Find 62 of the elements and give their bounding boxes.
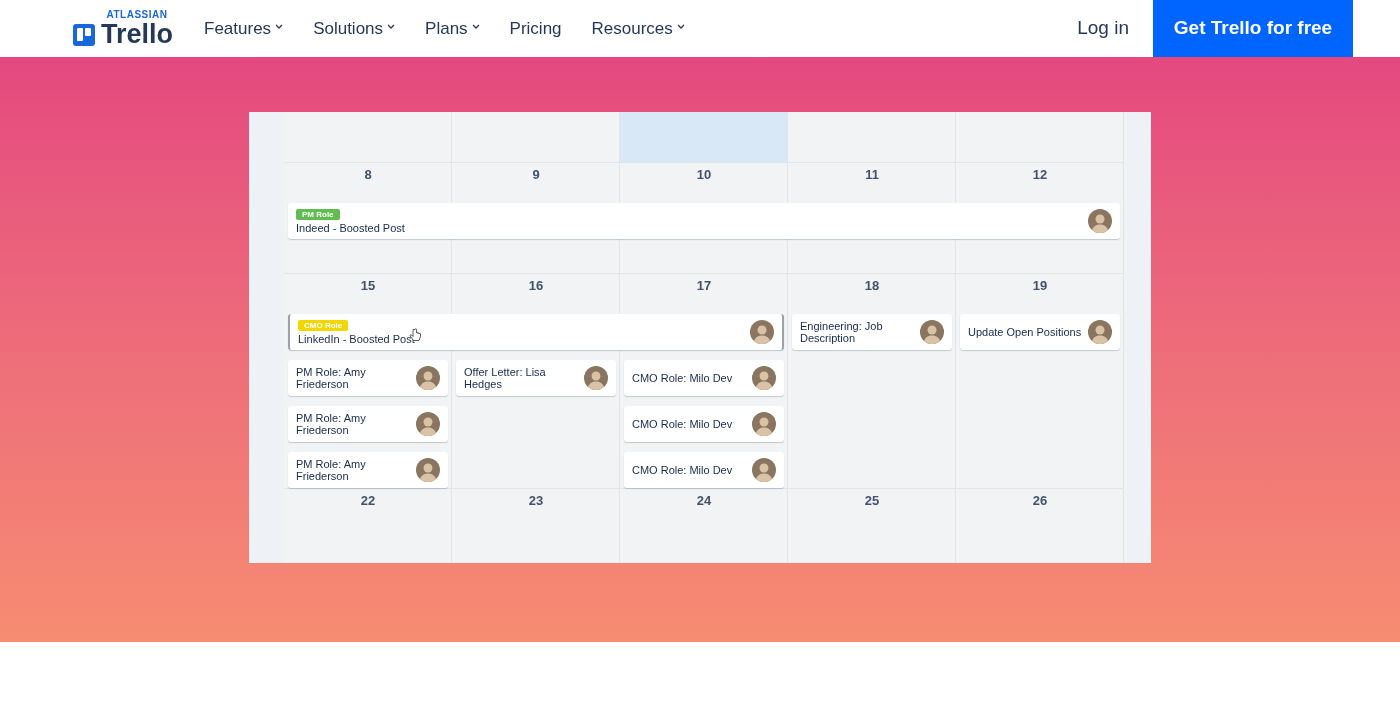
avatar-icon [584,366,608,390]
avatar-icon [752,366,776,390]
card-title: Update Open Positions [968,326,1082,338]
trello-wordmark: Trello [101,20,174,48]
card-title: Engineering: Job Description [800,320,884,344]
day-number: 16 [528,278,544,295]
login-link[interactable]: Log in [1077,14,1129,43]
day-number: 26 [1032,493,1048,510]
nav-link[interactable]: Plans [425,15,480,42]
day-number: 15 [360,278,376,295]
event-card[interactable]: PM Role: Amy Friederson [288,452,448,488]
event-card[interactable]: PM Role Indeed - Boosted Post [288,203,1120,239]
event-card[interactable]: Update Open Positions [960,314,1120,350]
nav-link[interactable]: Solutions [313,15,396,42]
card-title: CMO Role: Milo Dev [632,372,733,384]
card-title: PM Role: Amy Friederson [296,366,367,390]
card-title: CMO Role: Milo Dev [632,464,733,476]
day-number: 18 [864,278,880,295]
atlassian-wordmark: ATLASSIAN [106,9,168,20]
card-title: CMO Role: Milo Dev [632,418,733,430]
avatar-icon [920,320,944,344]
nav-link[interactable]: Pricing [509,15,562,42]
event-card[interactable]: CMO Role: Milo Dev [624,360,784,396]
day-number: 8 [364,167,372,184]
card-title: PM Role: Amy Friederson [296,412,367,436]
card-label: PM Role [296,208,340,220]
chevron-down-icon [275,24,284,29]
event-card[interactable]: PM Role: Amy Friederson [288,360,448,396]
day-number: 24 [696,493,712,510]
chevron-down-icon [387,24,396,29]
nav-link[interactable]: Features [204,15,284,42]
chevron-down-icon [676,24,685,29]
day-number: 11 [865,167,879,184]
avatar-icon [1088,209,1112,233]
get-trello-button[interactable]: Get Trello for free [1153,0,1353,57]
day-number: 17 [696,278,712,295]
day-number: 22 [360,493,376,510]
avatar-icon [1088,320,1112,344]
day-number: 23 [528,493,544,510]
day-number: 12 [1032,167,1048,184]
card-title: PM Role: Amy Friederson [296,458,367,482]
avatar-icon [416,412,440,436]
event-card[interactable]: CMO Role: Milo Dev [624,452,784,488]
card-title: Indeed - Boosted Post [296,221,405,234]
avatar-icon [752,412,776,436]
card-title: Offer Letter: Lisa Hedges [464,366,547,390]
avatar-icon [416,366,440,390]
trello-logo-icon [73,23,95,46]
event-card[interactable]: CMO Role: Milo Dev [624,406,784,442]
day-number: 9 [532,167,540,184]
avatar-icon [750,320,774,344]
avatar-icon [752,458,776,482]
day-number: 25 [864,493,880,510]
nav-link[interactable]: Resources [591,15,685,42]
event-card[interactable]: Engineering: Job Description [792,314,952,350]
day-number: 19 [1032,278,1048,295]
avatar-icon [416,458,440,482]
event-card[interactable]: PM Role: Amy Friederson [288,406,448,442]
chevron-down-icon [471,24,480,29]
event-card[interactable]: Offer Letter: Lisa Hedges [456,360,616,396]
card-label: CMO Role [298,319,349,331]
day-number: 10 [696,167,712,184]
